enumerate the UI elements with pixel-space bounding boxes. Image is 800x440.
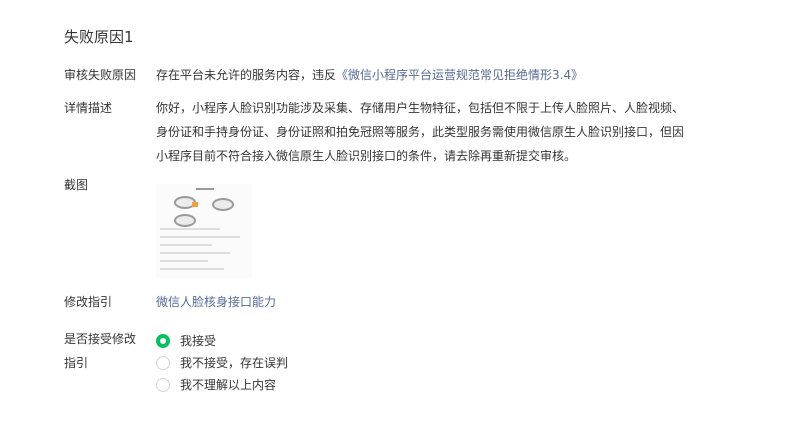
rule-link[interactable]: 《微信小程序平台运营规范常见拒绝情形3.4》 (336, 68, 583, 82)
radio-unchecked-icon[interactable] (156, 377, 170, 392)
radio-option-label: 我接受 (180, 334, 217, 348)
detail-description: 你好，小程序人脸识别功能涉及采集、存储用户生物特征，包括但不限于上传人脸照片、人… (156, 96, 746, 168)
reason-label: 审核失败原因 (64, 68, 137, 82)
radio-option-not-understand[interactable]: 我不理解以上内容 (156, 376, 276, 393)
section-title: 失败原因1 (64, 28, 134, 46)
thumb-line (160, 228, 220, 230)
radio-option-label: 我不理解以上内容 (180, 378, 277, 392)
thumb-line (160, 236, 240, 238)
guide-link[interactable]: 微信人脸核身接口能力 (156, 291, 276, 313)
radio-option-reject[interactable]: 我不接受，存在误判 (156, 354, 288, 371)
detail-label: 详情描述 (64, 101, 113, 115)
accept-label-line-1: 是否接受修改 (64, 332, 137, 346)
thumb-line (160, 252, 230, 254)
thumb-line (160, 244, 212, 246)
screenshot-thumbnail[interactable] (156, 184, 252, 278)
accept-label-line-2: 指引 (64, 356, 89, 370)
radio-option-accept[interactable]: 我接受 (156, 332, 216, 349)
accept-label: 是否接受修改 指引 (64, 327, 136, 375)
thumb-face-ring-2 (212, 198, 234, 211)
thumb-orange-mark (192, 202, 198, 207)
radio-option-label: 我不接受，存在误判 (180, 356, 289, 370)
thumb-line (160, 268, 224, 270)
thumb-line (160, 260, 208, 262)
detail-line-1: 你好，小程序人脸识别功能涉及采集、存储用户生物特征，包括但不限于上传人脸照片、人… (156, 101, 685, 115)
thumb-face-ring-3 (174, 214, 196, 227)
radio-unchecked-icon[interactable] (156, 355, 170, 370)
reason-value: 存在平台未允许的服务内容，违反《微信小程序平台运营规范常见拒绝情形3.4》 (156, 64, 583, 86)
radio-checked-icon[interactable] (156, 333, 170, 348)
detail-line-2: 身份证和手持身份证、身份证照和拍免冠照等服务，此类型服务需使用微信原生人脸识别接… (156, 125, 685, 139)
thumb-title-bar (196, 188, 214, 190)
screenshot-label: 截图 (64, 178, 89, 192)
detail-line-3: 小程序目前不符合接入微信原生人脸识别接口的条件，请去除再重新提交审核。 (156, 149, 577, 163)
reason-text: 存在平台未允许的服务内容，违反 (156, 68, 337, 82)
guide-label: 修改指引 (64, 295, 113, 309)
